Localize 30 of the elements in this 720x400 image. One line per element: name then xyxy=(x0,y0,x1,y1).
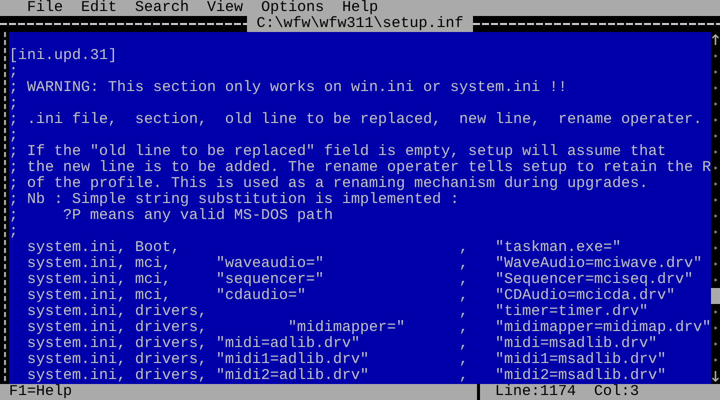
scrollbar[interactable] xyxy=(711,32,720,384)
text-line: system.ini, mci, "waveaudio=" , "WaveAudio=mciwave.drv" xyxy=(26,256,704,272)
text-line: ; xyxy=(9,96,20,112)
text-line: ; xyxy=(9,64,20,80)
text-line: ; Nb : Simple string substitution is implemented : xyxy=(9,192,460,208)
text-line: ; ?P means any valid MS-DOS path xyxy=(9,208,334,224)
text-line: ; If the "old line to be replaced" field is empty, setup will assume that xyxy=(9,144,668,160)
text-line: ; of the profile. This is used as a renaming mechanism during upgrades. xyxy=(9,176,650,192)
text-line: system.ini, drivers, "midi=adlib.drv" , "midi=msadlib.drv" xyxy=(26,336,658,352)
window-title: C:\wfw\wfw311\setup.inf xyxy=(247,16,473,32)
text-line: system.ini, drivers, , "timer=timer.drv" xyxy=(26,304,650,320)
editor-area[interactable] xyxy=(9,32,711,384)
scrollbar-thumb[interactable] xyxy=(711,288,720,304)
text-line: ; WARNING: This section only works on win.ini or system.ini !! xyxy=(9,80,568,96)
scroll-down-arrow-icon[interactable] xyxy=(711,368,720,384)
line-number: Line:1174 xyxy=(495,384,576,400)
text-line: system.ini, drivers, "midimapper=" , "midimapper=midimap.drv" xyxy=(26,320,711,336)
text-line: ; xyxy=(9,128,20,144)
text-line: system.ini, drivers, "midi1=adlib.drv" , "midi1=msadlib.drv" xyxy=(26,352,668,368)
text-line: system.ini, drivers, "midi2=adlib.drv" , "midi2=msadlib.drv" xyxy=(26,368,668,384)
text-line: system.ini, mci, "cdaudio=" , "CDAudio=mcicda.drv" xyxy=(26,288,676,304)
text-line: system.ini, mci, "sequencer=" , "Sequencer=mciseq.drv" xyxy=(26,272,694,288)
scroll-up-arrow-icon[interactable] xyxy=(711,32,720,48)
help-hint: F1=Help xyxy=(8,384,74,400)
text-line: ; xyxy=(9,224,20,240)
column-number: Col:3 xyxy=(594,384,640,400)
text-line: ; .ini file, section, old line to be replaced, new line, rename operater. xyxy=(9,112,704,128)
text-line: [ini.upd.31] xyxy=(9,48,118,64)
text-line: system.ini, Boot, , "taskman.exe=" xyxy=(26,240,622,256)
text-line: ; the new line is to be added. The rename operater tells setup to retain the R xyxy=(9,160,711,176)
